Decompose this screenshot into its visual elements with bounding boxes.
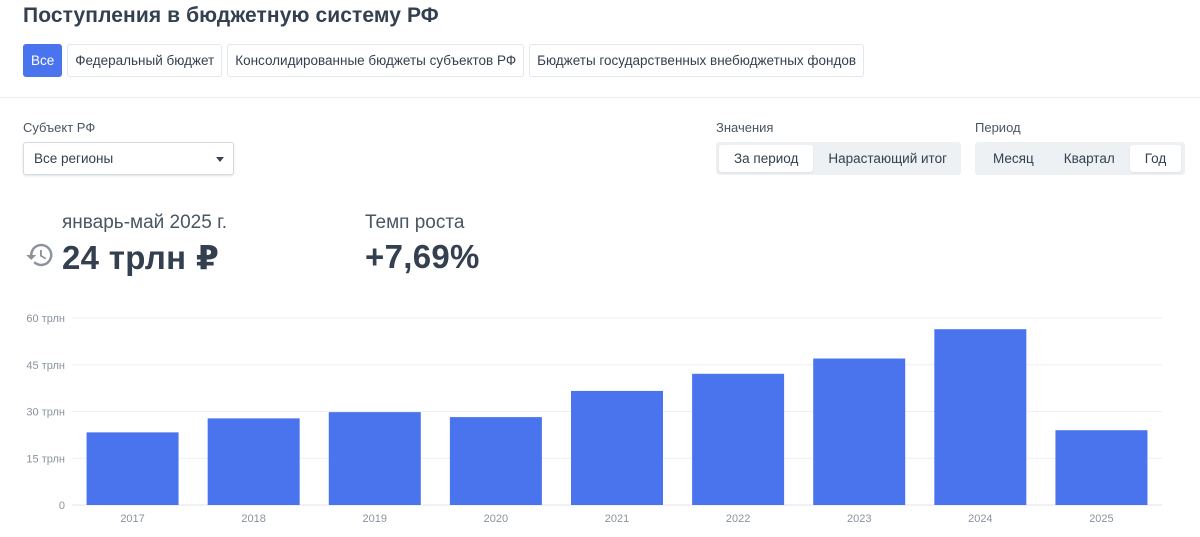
x-tick-label: 2022 [726,513,750,525]
tab-all[interactable]: Все [23,44,63,77]
x-tick-label: 2021 [605,513,629,525]
x-tick-label: 2024 [968,513,992,525]
kpi-period-label: январь-май 2025 г. [62,212,227,233]
chevron-down-icon [216,157,224,162]
x-tick-label: 2023 [847,513,871,525]
subject-filter-label: Субъект РФ [23,120,96,135]
bar-2020[interactable] [449,417,542,505]
budget-tabs: Все Федеральный бюджет Консолидированные… [23,44,869,77]
values-toggle: За период Нарастающий итог [716,142,961,175]
history-icon [26,243,53,267]
bar-2024[interactable] [934,329,1027,505]
y-tick-label: 45 трлн [26,360,65,372]
bar-2018[interactable] [207,418,300,505]
bar-2019[interactable] [328,412,421,505]
revenue-bar-chart: 0 15 трлн 30 трлн 45 трлн 60 трлн 2017 2018 201… [26,313,1162,525]
header-divider [0,97,1200,98]
y-tick-label: 0 [59,500,65,512]
bar-2017[interactable] [86,432,179,505]
kpi-total-value: 24 трлн ₽ [62,239,220,276]
period-toggle: Месяц Квартал Год [975,142,1185,175]
x-tick-label: 2020 [484,513,508,525]
bar-2025[interactable] [1055,430,1148,505]
x-tick-label: 2018 [241,513,265,525]
x-tick-label: 2025 [1089,513,1113,525]
tab-consolidated-budgets[interactable]: Консолидированные бюджеты субъектов РФ [227,44,525,77]
values-option-period[interactable]: За период [719,145,814,172]
period-option-month[interactable]: Месяц [978,145,1049,172]
period-filter-label: Период [975,120,1021,135]
period-option-quarter[interactable]: Квартал [1049,145,1130,172]
subject-select-value: Все регионы [34,151,114,166]
values-option-cumulative[interactable]: Нарастающий итог [813,145,962,172]
period-option-year[interactable]: Год [1129,145,1182,172]
tab-extrabudgetary-funds[interactable]: Бюджеты государственных внебюджетных фон… [529,44,865,77]
tab-federal-budget[interactable]: Федеральный бюджет [67,44,223,77]
y-tick-label: 30 трлн [26,407,65,419]
x-tick-label: 2019 [363,513,387,525]
bar-2023[interactable] [813,358,906,505]
values-filter-label: Значения [716,120,774,135]
subject-select[interactable]: Все регионы [23,142,234,175]
y-tick-label: 15 трлн [26,453,65,465]
kpi-growth-value: +7,69% [365,238,480,275]
y-tick-label: 60 трлн [26,313,65,325]
bar-2022[interactable] [692,373,785,505]
kpi-growth-label: Темп роста [365,212,465,233]
x-tick-label: 2017 [120,513,144,525]
bar-2021[interactable] [571,390,663,505]
page-title: Поступления в бюджетную систему РФ [23,4,439,27]
